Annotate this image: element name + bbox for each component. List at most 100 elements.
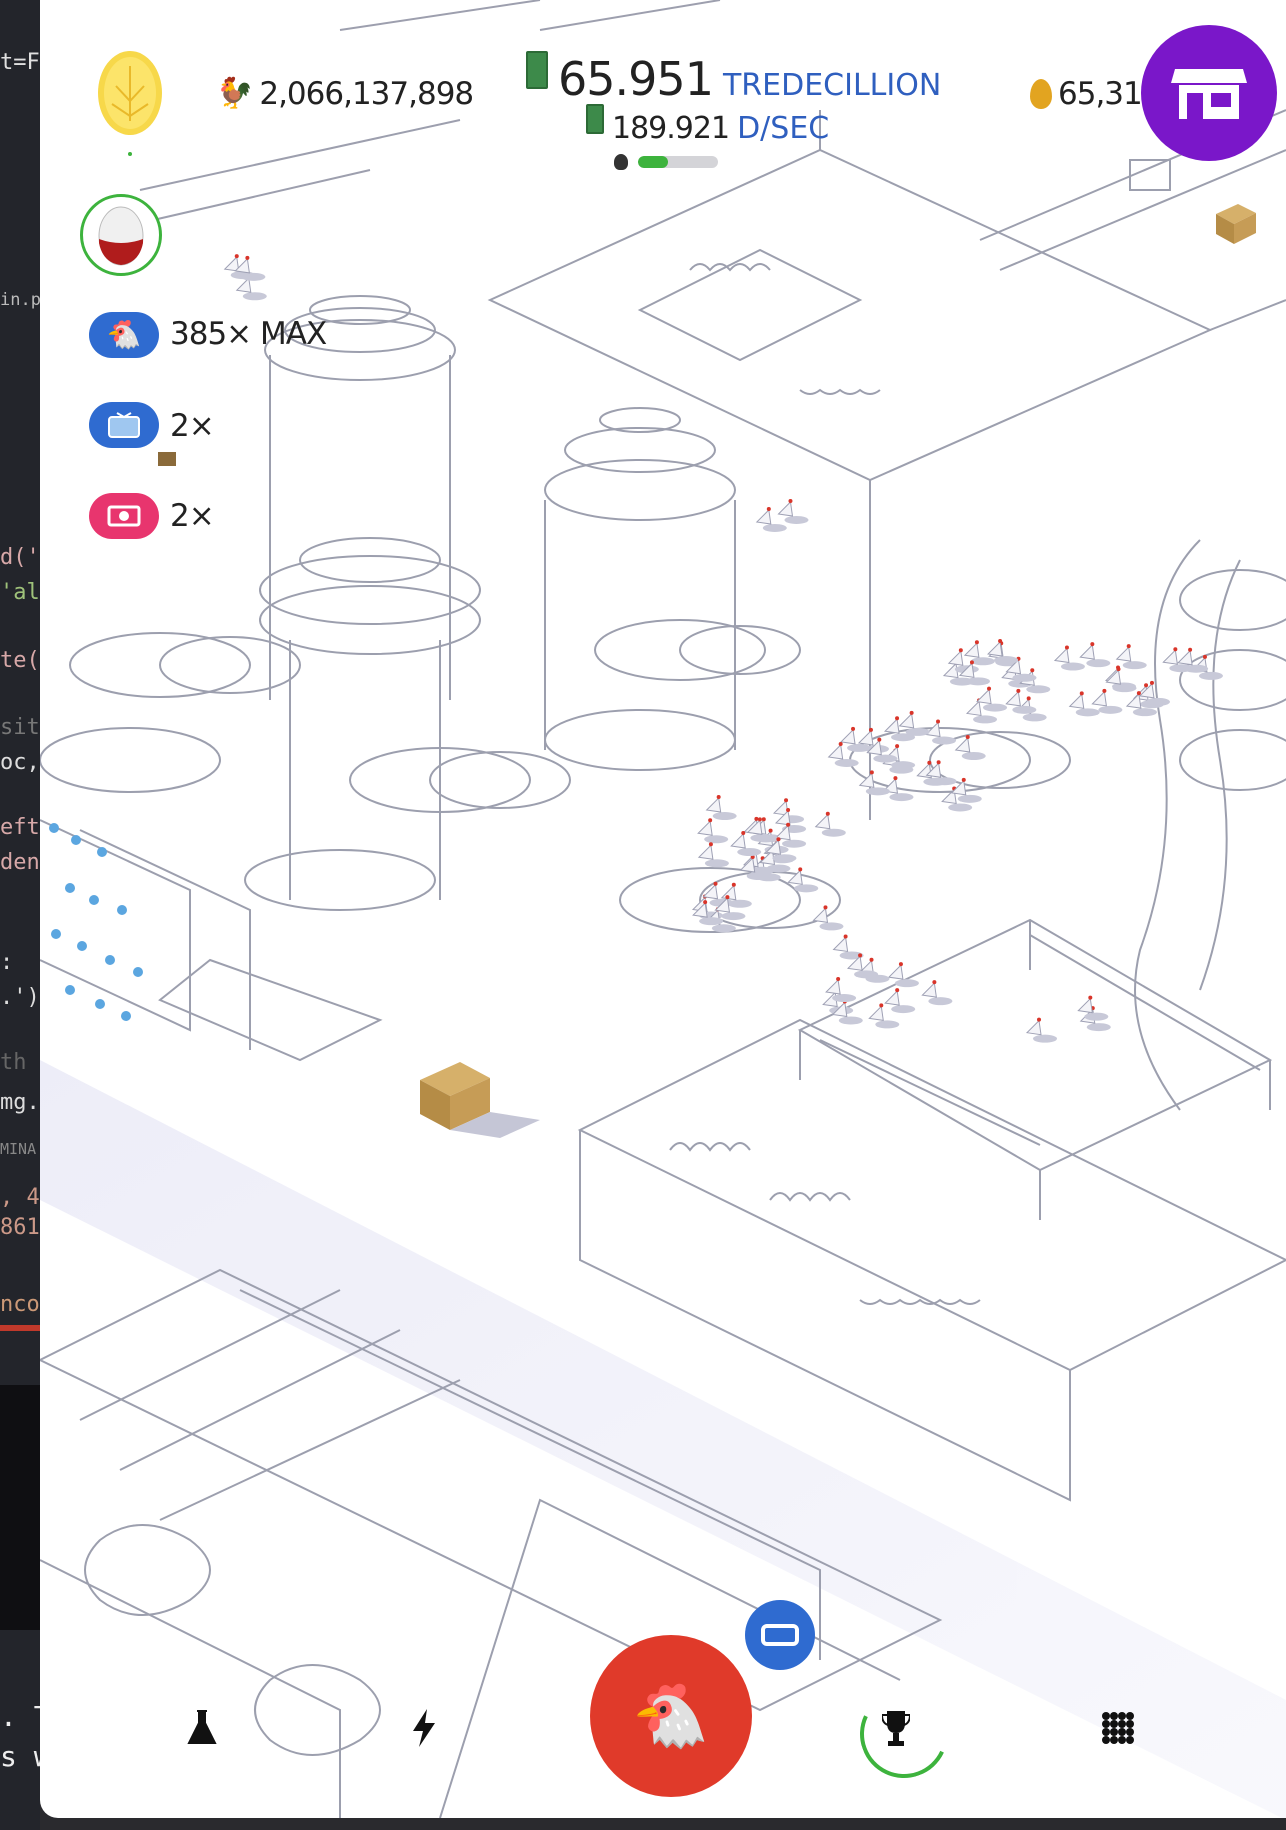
- chicken-icon: 🐔: [106, 318, 142, 351]
- chicken-sprite: [883, 718, 900, 734]
- research-button[interactable]: [172, 1698, 232, 1758]
- income-rate-value: 189.921: [612, 111, 730, 146]
- chicken-sprite: [697, 844, 714, 860]
- menu-grid-button[interactable]: [1088, 1698, 1148, 1758]
- chicken-shadow: [873, 754, 898, 763]
- hatch-progress: [614, 154, 718, 170]
- chicken-comb: [843, 934, 848, 939]
- chicken-shadow: [1022, 713, 1047, 722]
- chicken-comb: [741, 831, 746, 836]
- chicken-sprite: [975, 688, 992, 705]
- chicken-shadow: [1086, 659, 1111, 668]
- boost-cash-pill[interactable]: [89, 493, 159, 539]
- editor-red-line: [0, 1325, 40, 1331]
- chicken-sprite: [839, 728, 856, 745]
- chicken-comb: [879, 1003, 884, 1008]
- trophy-button[interactable]: [866, 1698, 926, 1758]
- chicken-comb: [784, 798, 789, 803]
- chicken-sprite: [898, 712, 915, 729]
- chicken-shadow: [242, 292, 267, 301]
- chicken-shadow: [1012, 673, 1037, 682]
- chicken-sprite: [777, 500, 794, 517]
- chicken-comb: [969, 660, 974, 665]
- code-fragment: s we: [0, 1740, 40, 1773]
- chicken-comb: [1026, 696, 1031, 701]
- golden-egg-icon[interactable]: [96, 46, 164, 136]
- hatch-chicken-button[interactable]: 🐔: [590, 1635, 752, 1797]
- code-fragment: in.py: [0, 290, 40, 310]
- chicken-comb: [731, 882, 736, 887]
- code-fragment: :: [0, 950, 14, 975]
- chicken-shadow: [241, 272, 266, 281]
- code-fragment: den: [0, 850, 40, 875]
- red-egg-icon: [98, 206, 144, 266]
- income-rate: 189.921 D/SEC: [586, 104, 829, 146]
- chicken-comb: [761, 817, 766, 822]
- chicken-comb: [708, 818, 713, 823]
- chicken-shadow: [1198, 671, 1223, 680]
- chicken-sprite: [887, 964, 904, 980]
- chicken-sprite: [827, 743, 844, 760]
- chicken-sprite: [947, 650, 964, 666]
- code-fragment: , 4: [0, 1185, 40, 1210]
- chicken-comb: [1016, 688, 1021, 693]
- shop-button[interactable]: [1141, 25, 1277, 161]
- chicken-shadow: [965, 677, 990, 686]
- chicken-comb: [1144, 683, 1149, 688]
- chicken-sprite: [812, 907, 829, 923]
- chicken-comb: [798, 867, 803, 872]
- chicken-sprite: [1162, 649, 1178, 665]
- code-fragment: te(: [0, 648, 40, 673]
- chicken-comb: [245, 255, 250, 260]
- chicken-shadow: [704, 859, 729, 868]
- chicken-comb: [234, 254, 239, 259]
- chicken-shadow: [1084, 1012, 1109, 1021]
- chicken-shadow: [961, 751, 986, 760]
- research-icon: [187, 1710, 217, 1744]
- chicken-comb: [932, 980, 937, 985]
- chicken-comb: [757, 817, 762, 822]
- boosts-button[interactable]: [394, 1698, 454, 1758]
- chicken-comb: [1088, 995, 1093, 1000]
- code-fragment: 861: [0, 1215, 40, 1240]
- chicken-shadow: [794, 884, 819, 893]
- chicken-shadow: [891, 761, 916, 770]
- chicken-shadow: [1122, 661, 1147, 670]
- chicken-comb: [713, 881, 718, 886]
- chicken-comb: [1188, 647, 1193, 652]
- chicken-comb: [909, 710, 914, 715]
- chicken-count-value: 2,066,137,898: [259, 76, 474, 112]
- chicken-comb: [768, 828, 773, 833]
- chicken-comb: [895, 744, 900, 749]
- egg-ring-button[interactable]: [80, 194, 162, 276]
- chicken-comb: [936, 719, 941, 724]
- chicken-comb: [851, 726, 856, 731]
- chicken-sprite: [987, 640, 1003, 657]
- game-viewport: 🐓 2,066,137,898 65.951 TREDECILLION 189.…: [40, 0, 1286, 1818]
- chicken-comb: [823, 905, 828, 910]
- chicken-comb: [869, 770, 874, 775]
- chicken-comb: [936, 760, 941, 765]
- boost-chicken-pill[interactable]: 🐔: [89, 312, 159, 358]
- code-editor-strip: t=F in.py d(' 'al te( sit oc, eft den : …: [0, 0, 40, 1830]
- chicken-shadow: [994, 656, 1019, 665]
- chicken-shadow: [905, 727, 930, 736]
- chicken-sprite: [814, 813, 831, 830]
- menu-grid-icon: [1102, 1712, 1134, 1744]
- chicken-comb: [927, 760, 932, 765]
- chicken-sprite: [1068, 693, 1085, 709]
- minimize-button[interactable]: [745, 1600, 815, 1670]
- chicken-shadow: [973, 715, 998, 724]
- chicken-comb: [1030, 668, 1035, 673]
- chicken-comb: [1102, 688, 1107, 693]
- chicken-comb: [869, 957, 874, 962]
- chicken-comb: [998, 639, 1003, 644]
- chicken-comb: [974, 640, 979, 645]
- chicken-shadow: [737, 848, 762, 857]
- chicken-comb: [708, 842, 713, 847]
- chicken-shadow: [948, 803, 973, 812]
- chicken-shadow: [782, 839, 807, 848]
- chicken-sprite: [884, 990, 900, 1006]
- cash-bill-icon: [526, 51, 548, 89]
- boost-tv-pill[interactable]: [89, 402, 159, 448]
